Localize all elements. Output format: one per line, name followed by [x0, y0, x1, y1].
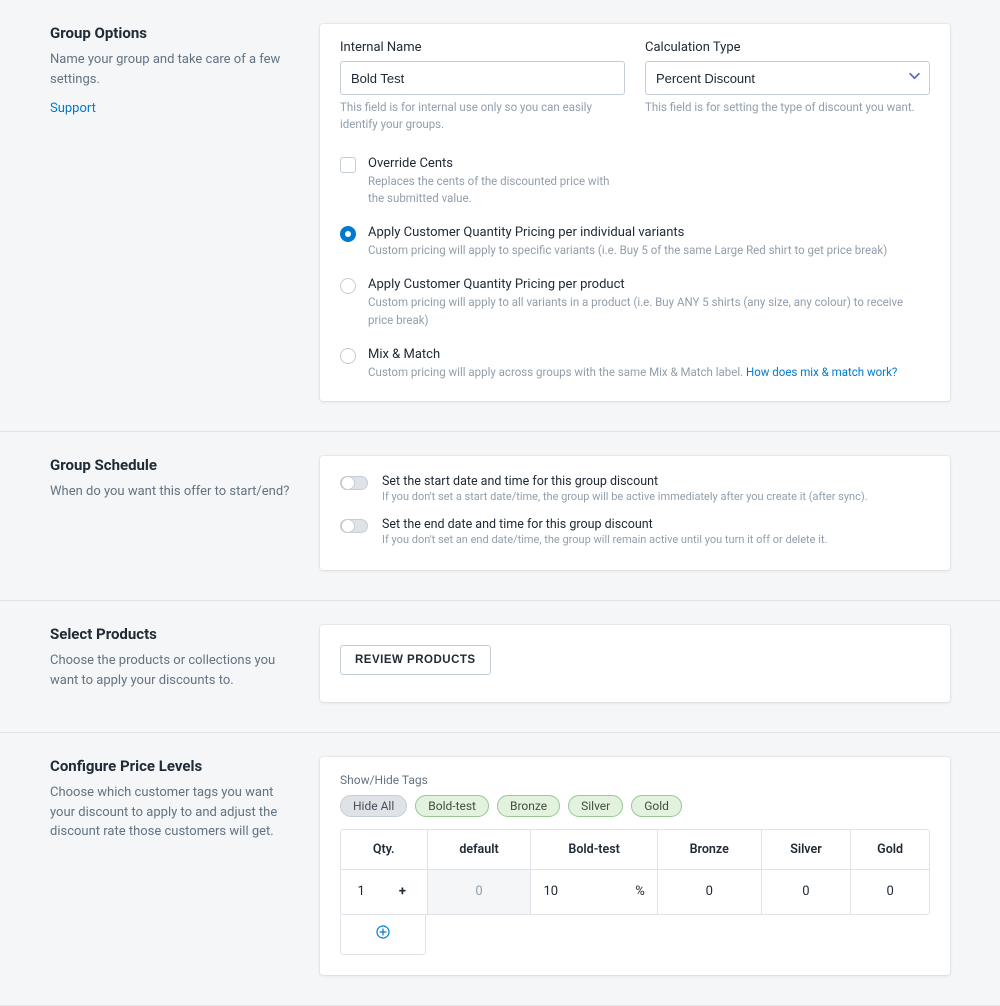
support-link[interactable]: Support	[50, 101, 96, 116]
option-title: Mix & Match	[368, 347, 930, 362]
radio-icon[interactable]	[340, 348, 356, 364]
section-group-options: Group Options Name your group and take c…	[0, 0, 1000, 432]
toggle-switch[interactable]	[340, 519, 368, 533]
option-per-product[interactable]: Apply Customer Quantity Pricing per prod…	[340, 277, 930, 329]
group-options-card: Internal Name This field is for internal…	[320, 24, 950, 401]
toggle-desc: If you don't set a start date/time, the …	[382, 490, 930, 503]
option-title: Override Cents	[368, 156, 628, 171]
th-default: default	[427, 830, 531, 870]
cell-default: 0	[427, 870, 531, 914]
option-desc: Custom pricing will apply to specific va…	[368, 242, 930, 259]
table-row: 1 + 0 10 % 0 0 0	[341, 870, 929, 914]
price-levels-card: Show/Hide Tags Hide All Bold-test Bronze…	[320, 757, 950, 975]
qty-value: 1	[358, 884, 365, 899]
radio-icon[interactable]	[340, 278, 356, 294]
cell-qty[interactable]: 1 +	[341, 870, 427, 914]
th-bronze: Bronze	[657, 830, 761, 870]
calc-type-help: This field is for setting the type of di…	[645, 99, 930, 116]
qty-plus: +	[395, 884, 410, 899]
th-silver: Silver	[761, 830, 851, 870]
toggle-desc: If you don't set an end date/time, the g…	[382, 533, 930, 546]
group-schedule-title: Group Schedule	[50, 456, 300, 474]
calc-type-label: Calculation Type	[645, 40, 930, 55]
tag-silver[interactable]: Silver	[568, 795, 623, 817]
sidebar-group-schedule: Group Schedule When do you want this off…	[50, 456, 320, 570]
group-schedule-desc: When do you want this offer to start/end…	[50, 482, 300, 502]
checkbox-icon[interactable]	[340, 157, 356, 173]
sidebar-select-products: Select Products Choose the products or c…	[50, 625, 320, 702]
sidebar-price-levels: Configure Price Levels Choose which cust…	[50, 757, 320, 975]
tag-bronze[interactable]: Bronze	[497, 795, 560, 817]
price-levels-desc: Choose which customer tags you want your…	[50, 783, 300, 842]
option-desc: Custom pricing will apply to all variant…	[368, 294, 930, 329]
option-desc: Replaces the cents of the discounted pri…	[368, 173, 628, 208]
option-mix-match[interactable]: Mix & Match Custom pricing will apply ac…	[340, 347, 930, 381]
price-table: Qty. default Bold-test Bronze Silver Gol…	[340, 829, 930, 915]
cell-silver[interactable]: 0	[761, 870, 851, 914]
section-select-products: Select Products Choose the products or c…	[0, 601, 1000, 733]
options-list: Override Cents Replaces the cents of the…	[340, 156, 930, 382]
th-qty: Qty.	[341, 830, 427, 870]
toggle-switch[interactable]	[340, 476, 368, 490]
th-boldtest: Bold-test	[531, 830, 657, 870]
internal-name-help: This field is for internal use only so y…	[340, 99, 625, 134]
mix-match-link[interactable]: How does mix & match work?	[746, 365, 897, 379]
tag-gold[interactable]: Gold	[631, 795, 682, 817]
toggle-title: Set the start date and time for this gro…	[382, 474, 930, 489]
boldtest-value: 10	[543, 884, 558, 899]
option-per-variants[interactable]: Apply Customer Quantity Pricing per indi…	[340, 225, 930, 259]
group-schedule-card: Set the start date and time for this gro…	[320, 456, 950, 570]
select-products-title: Select Products	[50, 625, 300, 643]
tags-row: Hide All Bold-test Bronze Silver Gold	[340, 795, 930, 817]
review-products-button[interactable]: REVIEW PRODUCTS	[340, 645, 491, 675]
toggle-end-date: Set the end date and time for this group…	[340, 513, 930, 550]
section-group-schedule: Group Schedule When do you want this off…	[0, 432, 1000, 601]
price-levels-title: Configure Price Levels	[50, 757, 300, 775]
th-gold: Gold	[851, 830, 929, 870]
radio-icon[interactable]	[340, 226, 356, 242]
option-override-cents[interactable]: Override Cents Replaces the cents of the…	[340, 156, 930, 208]
select-products-card: REVIEW PRODUCTS	[320, 625, 950, 702]
cell-gold[interactable]: 0	[851, 870, 929, 914]
plus-icon	[376, 925, 390, 943]
internal-name-input[interactable]	[340, 61, 625, 95]
add-row-button[interactable]	[340, 915, 426, 955]
internal-name-label: Internal Name	[340, 40, 625, 55]
tags-label: Show/Hide Tags	[340, 773, 930, 787]
option-desc: Custom pricing will apply across groups …	[368, 364, 930, 381]
option-title: Apply Customer Quantity Pricing per indi…	[368, 225, 930, 240]
tag-bold-test[interactable]: Bold-test	[415, 795, 489, 817]
cell-bronze[interactable]: 0	[657, 870, 761, 914]
select-products-desc: Choose the products or collections you w…	[50, 651, 300, 690]
option-title: Apply Customer Quantity Pricing per prod…	[368, 277, 930, 292]
cell-boldtest[interactable]: 10 %	[531, 870, 657, 914]
tag-hide-all[interactable]: Hide All	[340, 795, 407, 817]
boldtest-unit: %	[635, 884, 645, 899]
group-options-desc: Name your group and take care of a few s…	[50, 50, 300, 89]
section-price-levels: Configure Price Levels Choose which cust…	[0, 733, 1000, 1006]
sidebar-group-options: Group Options Name your group and take c…	[50, 24, 320, 401]
toggle-start-date: Set the start date and time for this gro…	[340, 470, 930, 507]
toggle-title: Set the end date and time for this group…	[382, 517, 930, 532]
calc-type-select[interactable]	[645, 61, 930, 95]
group-options-title: Group Options	[50, 24, 300, 42]
